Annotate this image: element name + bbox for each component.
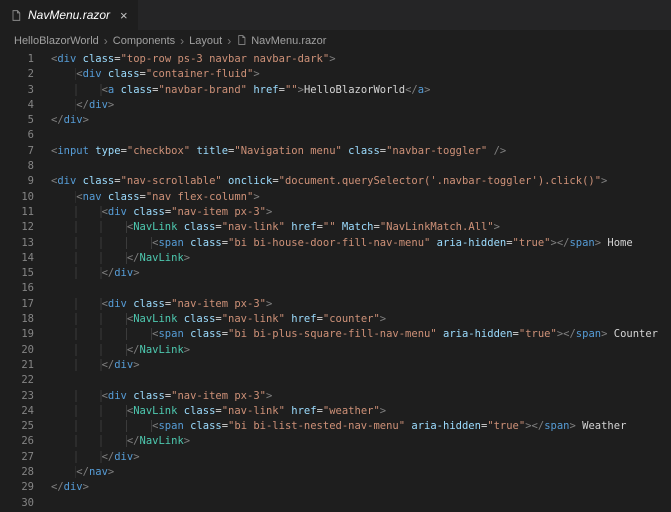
- line-number[interactable]: 27: [0, 450, 34, 465]
- chevron-separator-icon: ›: [103, 34, 109, 48]
- code-line[interactable]: <input type="checkbox" title="Navigation…: [51, 144, 671, 159]
- line-number[interactable]: 23: [0, 389, 34, 404]
- breadcrumb-file-label: NavMenu.razor: [251, 35, 326, 47]
- line-number[interactable]: 17: [0, 297, 34, 312]
- breadcrumb-item-file[interactable]: NavMenu.razor: [236, 34, 326, 49]
- line-number[interactable]: 3: [0, 83, 34, 98]
- code-line[interactable]: </NavLink>: [51, 343, 671, 358]
- line-number[interactable]: 5: [0, 113, 34, 128]
- tab-navmenu-razor[interactable]: NavMenu.razor ×: [0, 0, 138, 30]
- line-number[interactable]: 15: [0, 266, 34, 281]
- code-line[interactable]: <div class="nav-item px-3">: [51, 205, 671, 220]
- line-number[interactable]: 12: [0, 220, 34, 235]
- code-line[interactable]: </NavLink>: [51, 434, 671, 449]
- code-line[interactable]: </div>: [51, 98, 671, 113]
- code-line[interactable]: </NavLink>: [51, 251, 671, 266]
- code-line[interactable]: </div>: [51, 450, 671, 465]
- editor[interactable]: 1234567891011121314151617181920212223242…: [0, 52, 671, 512]
- breadcrumb-item-components[interactable]: Components: [113, 35, 175, 47]
- chevron-separator-icon: ›: [226, 34, 232, 48]
- code-line[interactable]: <div class="nav-scrollable" onclick="doc…: [51, 174, 671, 189]
- code-line[interactable]: <div class="top-row ps-3 navbar navbar-d…: [51, 52, 671, 67]
- code-line[interactable]: <NavLink class="nav-link" href="counter"…: [51, 312, 671, 327]
- line-number[interactable]: 30: [0, 496, 34, 511]
- code-line[interactable]: </div>: [51, 358, 671, 373]
- code-line[interactable]: <div class="nav-item px-3">: [51, 389, 671, 404]
- code-line[interactable]: <a class="navbar-brand" href="">HelloBla…: [51, 83, 671, 98]
- code-line[interactable]: <span class="bi bi-list-nested-nav-menu"…: [51, 419, 671, 434]
- line-number[interactable]: 7: [0, 144, 34, 159]
- tab-bar: NavMenu.razor ×: [0, 0, 671, 30]
- line-number[interactable]: 6: [0, 128, 34, 143]
- chevron-separator-icon: ›: [179, 34, 185, 48]
- close-icon[interactable]: ×: [120, 9, 128, 22]
- line-number[interactable]: 26: [0, 434, 34, 449]
- code-line[interactable]: <nav class="nav flex-column">: [51, 190, 671, 205]
- line-number[interactable]: 25: [0, 419, 34, 434]
- code-line[interactable]: [51, 281, 671, 296]
- line-number[interactable]: 1: [0, 52, 34, 67]
- code-line[interactable]: </div>: [51, 266, 671, 281]
- gutter: 1234567891011121314151617181920212223242…: [0, 52, 34, 511]
- code-line[interactable]: [51, 496, 671, 511]
- code-line[interactable]: <div class="container-fluid">: [51, 67, 671, 82]
- code-line[interactable]: [51, 159, 671, 174]
- line-number[interactable]: 11: [0, 205, 34, 220]
- line-number[interactable]: 28: [0, 465, 34, 480]
- line-number[interactable]: 20: [0, 343, 34, 358]
- line-number[interactable]: 14: [0, 251, 34, 266]
- code-line[interactable]: </div>: [51, 113, 671, 128]
- line-number[interactable]: 22: [0, 373, 34, 388]
- breadcrumb-item-layout[interactable]: Layout: [189, 35, 222, 47]
- code-line[interactable]: </nav>: [51, 465, 671, 480]
- line-number[interactable]: 24: [0, 404, 34, 419]
- file-icon: [236, 34, 247, 49]
- code-area[interactable]: <div class="top-row ps-3 navbar navbar-d…: [51, 52, 671, 511]
- line-number[interactable]: 19: [0, 327, 34, 342]
- line-number[interactable]: 13: [0, 236, 34, 251]
- line-number[interactable]: 2: [0, 67, 34, 82]
- breadcrumb: HelloBlazorWorld › Components › Layout ›…: [0, 30, 671, 52]
- breadcrumb-item-project[interactable]: HelloBlazorWorld: [14, 35, 99, 47]
- code-line[interactable]: <span class="bi bi-house-door-fill-nav-m…: [51, 236, 671, 251]
- code-line[interactable]: <NavLink class="nav-link" href="weather"…: [51, 404, 671, 419]
- line-number[interactable]: 18: [0, 312, 34, 327]
- file-icon: [10, 9, 22, 22]
- line-number[interactable]: 16: [0, 281, 34, 296]
- code-line[interactable]: <NavLink class="nav-link" href="" Match=…: [51, 220, 671, 235]
- line-number[interactable]: 8: [0, 159, 34, 174]
- line-number[interactable]: 29: [0, 480, 34, 495]
- code-line[interactable]: </div>: [51, 480, 671, 495]
- line-number[interactable]: 4: [0, 98, 34, 113]
- line-number[interactable]: 21: [0, 358, 34, 373]
- tab-title: NavMenu.razor: [28, 8, 110, 22]
- line-number[interactable]: 9: [0, 174, 34, 189]
- code-line[interactable]: [51, 373, 671, 388]
- code-line[interactable]: [51, 128, 671, 143]
- code-line[interactable]: <span class="bi bi-plus-square-fill-nav-…: [51, 327, 671, 342]
- line-number[interactable]: 10: [0, 190, 34, 205]
- code-line[interactable]: <div class="nav-item px-3">: [51, 297, 671, 312]
